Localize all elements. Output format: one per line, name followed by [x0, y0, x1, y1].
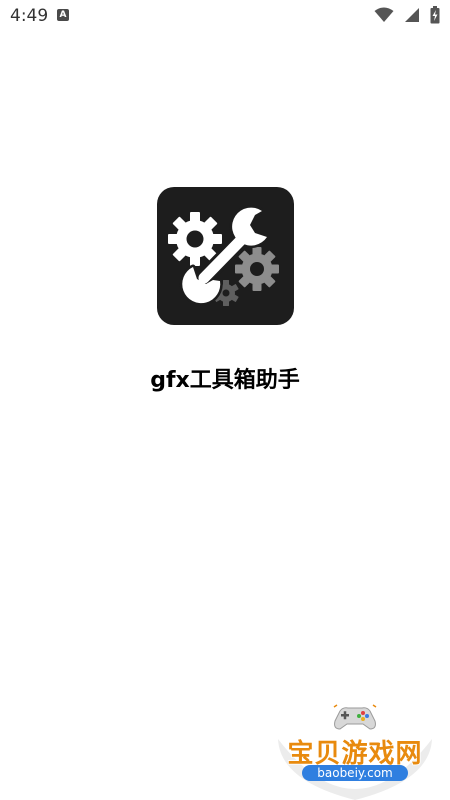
app-name: gfx工具箱助手	[150, 368, 300, 393]
wifi-icon	[374, 7, 394, 22]
wrench-gears-icon	[168, 205, 279, 306]
status-bar: 4:49 A	[0, 0, 450, 33]
game-controller-icon	[333, 704, 377, 730]
status-icons	[374, 6, 440, 24]
watermark: 宝贝游戏网 baobeiy.com	[270, 703, 440, 800]
notification-icon: A	[57, 9, 69, 21]
status-time: 4:49	[10, 6, 49, 26]
app-icon	[157, 187, 294, 325]
battery-icon	[430, 6, 440, 24]
signal-icon	[405, 8, 419, 22]
watermark-domain: baobeiy.com	[302, 765, 408, 781]
